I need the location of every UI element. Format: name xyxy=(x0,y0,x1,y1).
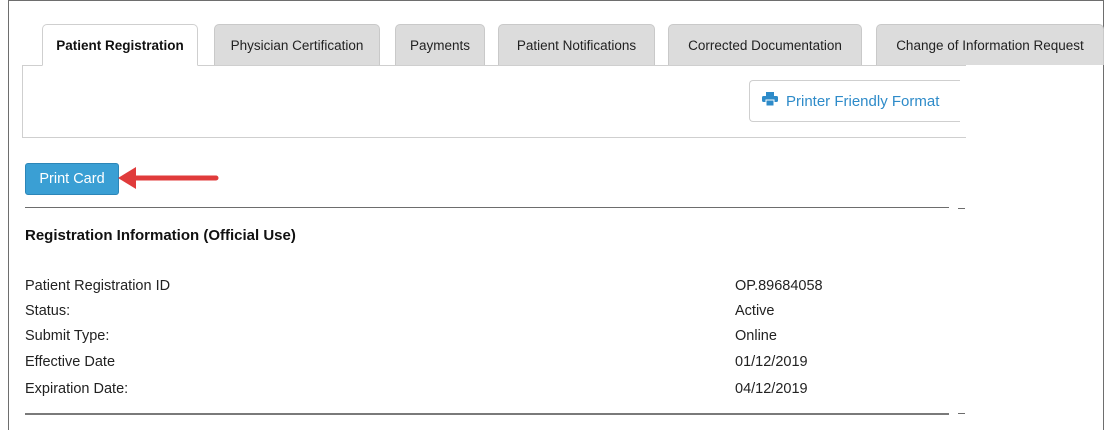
divider-tick xyxy=(958,208,965,209)
info-row: Status: Active xyxy=(25,303,925,323)
annotation-arrow-icon xyxy=(118,167,219,189)
tab-physician-certification[interactable]: Physician Certification xyxy=(214,24,380,65)
info-row: Submit Type: Online xyxy=(25,328,925,348)
divider-tick xyxy=(958,413,965,414)
info-label: Effective Date xyxy=(25,354,116,370)
printer-friendly-label: Printer Friendly Format xyxy=(786,92,940,110)
divider-bottom xyxy=(25,413,949,415)
printer-friendly-button[interactable]: Printer Friendly Format xyxy=(749,80,960,122)
tab-patient-registration[interactable]: Patient Registration xyxy=(42,24,198,66)
print-card-button[interactable]: Print Card xyxy=(25,163,119,195)
info-row: Expiration Date: 04/12/2019 xyxy=(25,381,925,401)
info-row: Effective Date 01/12/2019 xyxy=(25,354,925,374)
info-label: Patient Registration ID xyxy=(25,278,171,294)
info-value: 04/12/2019 xyxy=(735,381,808,397)
info-label: Submit Type: xyxy=(25,328,110,344)
divider-top xyxy=(25,207,949,208)
info-label: Expiration Date: xyxy=(25,381,129,397)
info-label: Status: xyxy=(25,303,71,319)
tab-payments[interactable]: Payments xyxy=(395,24,485,65)
tab-change-of-information-request[interactable]: Change of Information Request xyxy=(876,24,1104,65)
tab-corrected-documentation[interactable]: Corrected Documentation xyxy=(668,24,862,65)
tab-patient-notifications[interactable]: Patient Notifications xyxy=(498,24,655,65)
section-title: Registration Information (Official Use) xyxy=(25,227,296,244)
info-row: Patient Registration ID OP.89684058 xyxy=(25,278,925,298)
printer-icon xyxy=(762,92,786,110)
info-value: OP.89684058 xyxy=(735,278,823,294)
info-value: Active xyxy=(735,303,775,319)
info-value: Online xyxy=(735,328,777,344)
info-value: 01/12/2019 xyxy=(735,354,808,370)
